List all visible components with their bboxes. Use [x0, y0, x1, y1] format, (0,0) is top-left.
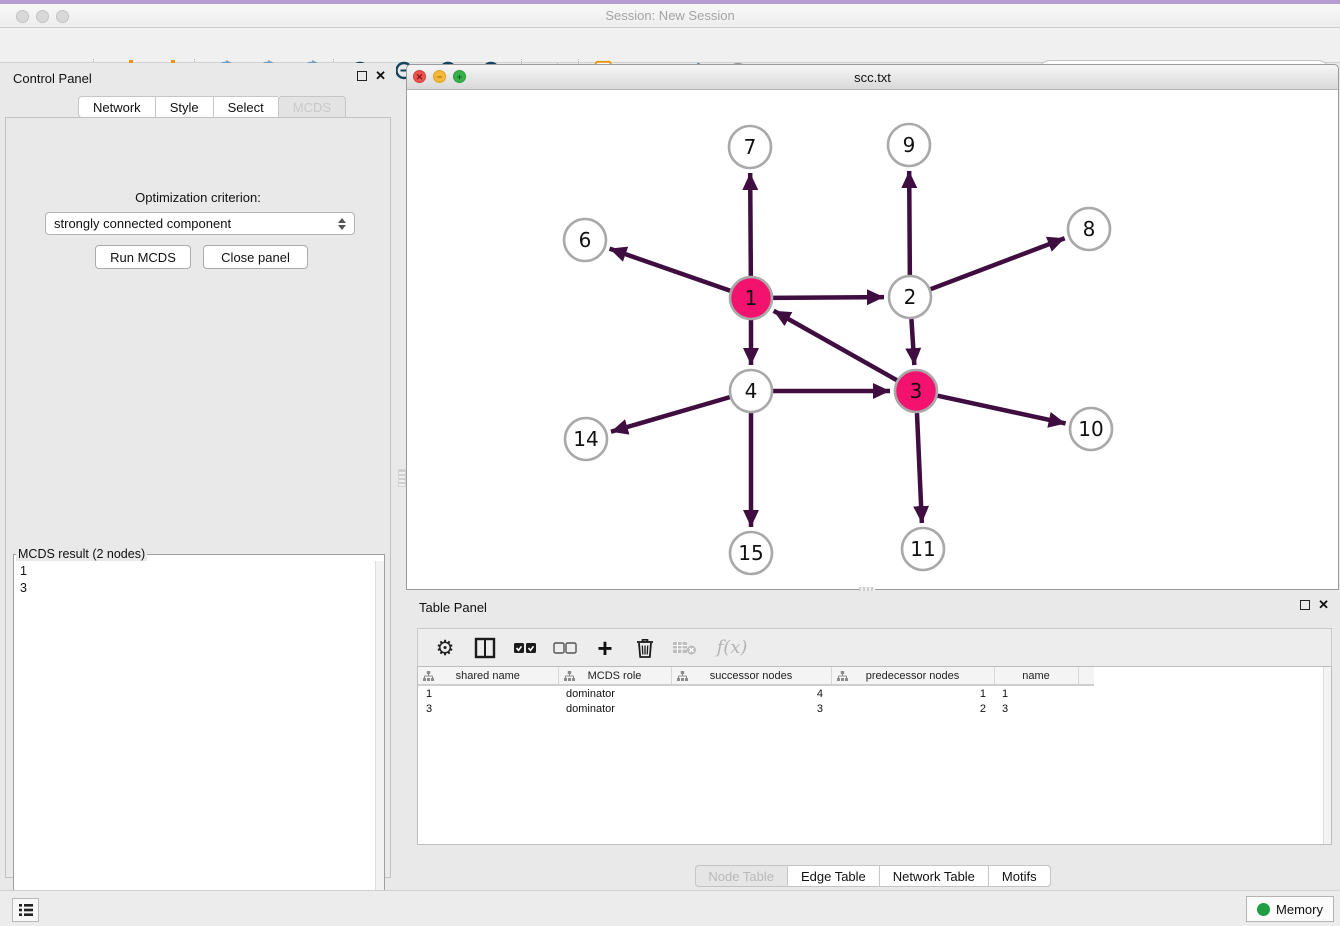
control-panel-tabs: Network Style Select MCDS [78, 96, 346, 118]
splitter-grip-vertical[interactable] [398, 469, 406, 487]
graph-edge-1-2[interactable] [773, 297, 884, 298]
graph-node-label-15: 15 [738, 541, 763, 565]
dropdown-value: strongly connected component [54, 216, 231, 231]
graph-node-label-11: 11 [910, 537, 935, 561]
memory-button[interactable]: Memory [1246, 896, 1334, 922]
run-mcds-button[interactable]: Run MCDS [95, 245, 191, 269]
tab-network[interactable]: Network [78, 96, 155, 118]
list-icon [18, 903, 34, 917]
table-row[interactable]: 1dominator411 [418, 685, 1094, 701]
table-panel-title: Table Panel [419, 600, 487, 615]
control-panel: Control Panel ✕ Network Style Select MCD… [0, 63, 396, 890]
graph-edge-2-3[interactable] [911, 319, 914, 365]
graph-edge-3-11[interactable] [917, 413, 922, 523]
network-view-window: ✕ − + scc.txt 1 2 3 4 6 7 8 9 10 11 14 15 [406, 64, 1339, 590]
network-window-titlebar[interactable]: ✕ − + scc.txt [407, 65, 1338, 90]
dropdown-stepper-icon [338, 218, 346, 230]
mcds-result-box: MCDS result (2 nodes) 1 3 [13, 547, 385, 926]
control-panel-title: Control Panel [13, 71, 92, 86]
graph-node-label-3: 3 [910, 379, 923, 403]
column-header-successor-nodes[interactable]: successor nodes [671, 667, 831, 685]
close-table-panel-icon[interactable]: ✕ [1318, 600, 1329, 610]
graph-edge-3-1[interactable] [774, 311, 897, 380]
graph-edge-1-6[interactable] [610, 249, 731, 291]
splitter-grip-horizontal[interactable] [859, 587, 875, 591]
delete-column-trash-icon[interactable] [632, 635, 658, 661]
graph-node-label-7: 7 [744, 135, 757, 159]
status-bar: Memory [0, 890, 1340, 926]
tab-edge-table[interactable]: Edge Table [787, 865, 879, 887]
column-browser-icon[interactable] [472, 635, 498, 661]
mcds-result-title: MCDS result (2 nodes) [16, 547, 147, 561]
optimization-criterion-label: Optimization criterion: [6, 190, 390, 205]
graph-node-label-2: 2 [904, 285, 917, 309]
unselect-all-columns-icon[interactable] [552, 635, 578, 661]
column-header-MCDS-role[interactable]: MCDS role [558, 667, 671, 685]
memory-status-icon [1257, 903, 1270, 916]
table-toolbar: ⚙ + f(x) [417, 628, 1332, 666]
task-history-button[interactable] [12, 898, 39, 922]
window-title: Session: New Session [0, 8, 1340, 23]
delete-table-icon [672, 635, 698, 661]
optimization-criterion-dropdown[interactable]: strongly connected component [45, 212, 355, 235]
graph-edge-2-9[interactable] [909, 171, 910, 275]
table-panel-tabs: Node Table Edge Table Network Table Moti… [694, 865, 1050, 887]
graph-node-label-1: 1 [745, 286, 758, 310]
memory-label: Memory [1276, 902, 1323, 917]
graph-node-label-4: 4 [745, 379, 758, 403]
tab-select[interactable]: Select [213, 96, 278, 118]
tab-network-table[interactable]: Network Table [879, 865, 988, 887]
mcds-result-text[interactable]: 1 3 [14, 561, 384, 913]
create-column-icon[interactable]: + [592, 635, 618, 661]
column-header-shared-name[interactable]: shared name [418, 667, 558, 685]
column-header-filler [1078, 667, 1094, 685]
function-builder-icon: f(x) [712, 635, 752, 661]
graph-node-label-14: 14 [573, 427, 598, 451]
close-panel-icon[interactable]: ✕ [375, 71, 386, 81]
close-panel-button[interactable]: Close panel [203, 245, 308, 269]
column-header-predecessor-nodes[interactable]: predecessor nodes [831, 667, 994, 685]
float-table-panel-icon[interactable] [1300, 600, 1310, 610]
graph-node-label-10: 10 [1078, 417, 1103, 441]
main-toolbar [0, 28, 1340, 63]
table-row[interactable]: 3dominator323 [418, 701, 1094, 717]
graph-edge-1-7[interactable] [750, 173, 751, 276]
graph-node-label-8: 8 [1083, 217, 1096, 241]
select-all-columns-icon[interactable] [512, 635, 538, 661]
graph-edge-2-8[interactable] [931, 238, 1065, 289]
graph-edge-4-14[interactable] [611, 397, 730, 432]
window-titlebar: Session: New Session [0, 4, 1340, 28]
column-header-name[interactable]: name [994, 667, 1078, 685]
network-window-title: scc.txt [407, 70, 1338, 85]
tab-node-table[interactable]: Node Table [694, 865, 787, 887]
tab-style[interactable]: Style [155, 96, 213, 118]
mcds-panel: Optimization criterion: strongly connect… [5, 117, 391, 878]
control-panel-header: Control Panel ✕ [0, 63, 396, 93]
table-panel: Table Panel ✕ ⚙ + [406, 592, 1339, 888]
graph-edge-3-10[interactable] [937, 396, 1065, 424]
float-panel-icon[interactable] [357, 71, 367, 81]
table-scrollbar[interactable] [1323, 667, 1331, 844]
node-table[interactable]: shared nameMCDS rolesuccessor nodesprede… [417, 666, 1332, 845]
result-scrollbar[interactable] [375, 561, 384, 913]
graph-node-label-6: 6 [579, 228, 592, 252]
application-window: Session: New Session [0, 0, 1340, 926]
tab-motifs[interactable]: Motifs [988, 865, 1051, 887]
network-canvas[interactable]: 1 2 3 4 6 7 8 9 10 11 14 15 [407, 91, 1338, 589]
table-settings-gear-icon[interactable]: ⚙ [432, 635, 458, 661]
graph-node-label-9: 9 [903, 133, 916, 157]
tab-mcds[interactable]: MCDS [278, 96, 346, 118]
